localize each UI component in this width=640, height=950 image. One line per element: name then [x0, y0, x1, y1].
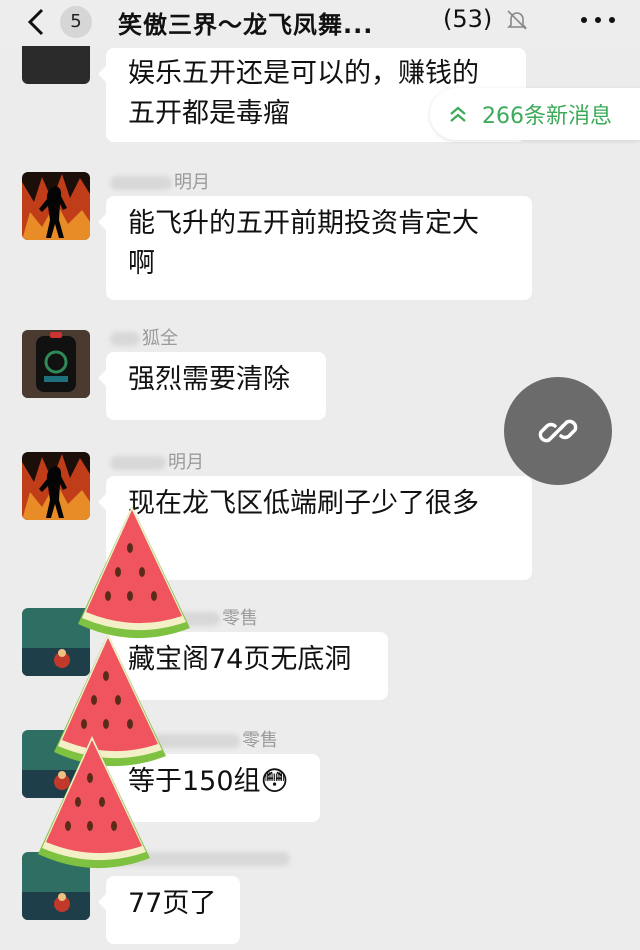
message-bubble[interactable]: 能飞升的五开前期投资肯定大 啊 [98, 196, 532, 300]
message-text: 强烈需要清除 [128, 364, 290, 395]
message-text: 娱乐五开还是可以的，赚钱的 [128, 58, 479, 89]
link-icon [538, 419, 578, 443]
new-messages-label: 266条新消息 [482, 104, 612, 129]
mute-bell-icon [507, 10, 527, 30]
message-text: 啊 [128, 248, 155, 279]
more-options-icon[interactable] [578, 10, 618, 30]
member-count: (53) [443, 5, 493, 33]
chat-header: 5 笑傲三界～龙飞凤舞... (53) [0, 0, 640, 46]
message-text: 77页了 [128, 888, 217, 919]
avatar[interactable] [22, 172, 90, 240]
sender-name: 狐全 [110, 324, 178, 350]
unread-count-badge[interactable]: 5 [60, 6, 92, 38]
new-messages-button[interactable]: 266条新消息 [430, 88, 640, 140]
back-chevron-icon[interactable] [22, 6, 52, 38]
sender-name: 明月 [110, 168, 210, 194]
watermelon-sticker-icon [38, 736, 150, 869]
double-chevron-up-icon [450, 106, 466, 122]
avatar[interactable] [22, 330, 90, 398]
message-bubble[interactable]: 强烈需要清除 [98, 352, 326, 420]
message-text: 能飞升的五开前期投资肯定大 [128, 208, 479, 239]
message-bubble[interactable]: 77页了 [98, 876, 240, 944]
link-button[interactable] [504, 377, 612, 485]
sender-name: 明月 [110, 448, 204, 474]
chat-title: 笑傲三界～龙飞凤舞... [118, 11, 374, 39]
